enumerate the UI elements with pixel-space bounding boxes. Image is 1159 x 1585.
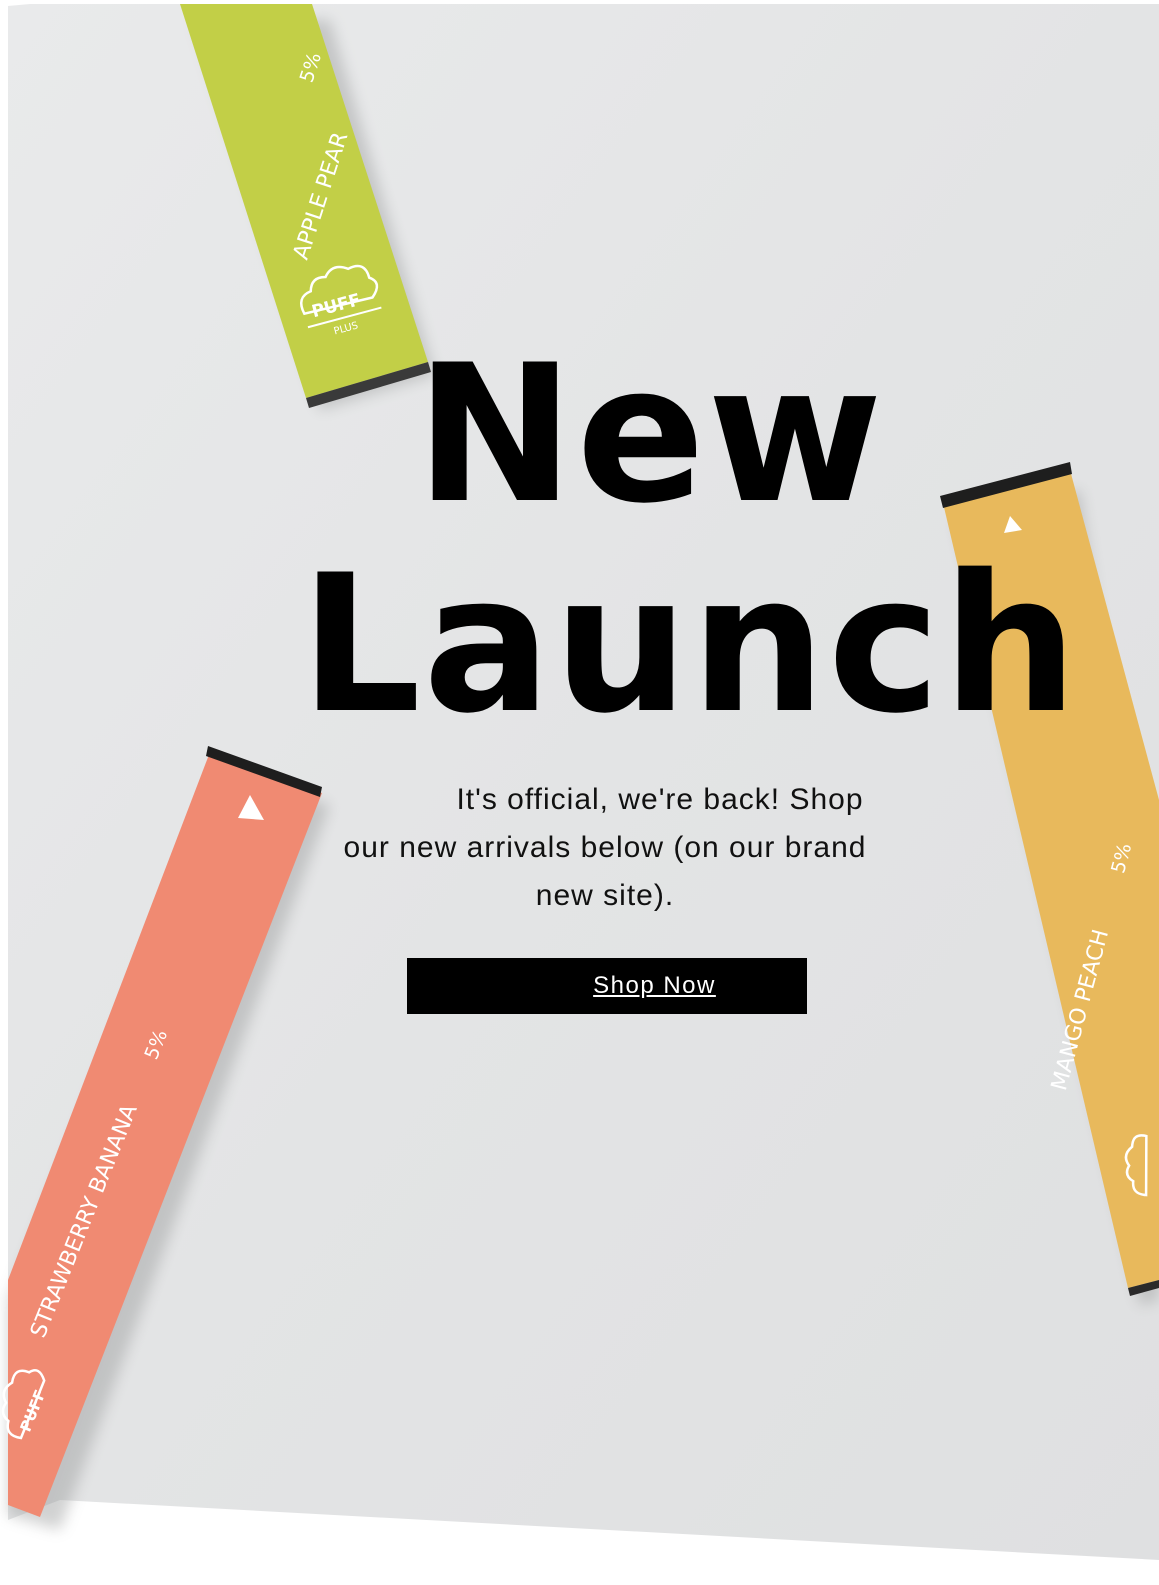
hero-subtext: It's official, we're back! Shop our new … (343, 783, 867, 912)
headline-line-2: Launch (300, 534, 1080, 755)
headline-line-1: New (415, 324, 885, 545)
shop-now-button[interactable]: Shop Now (407, 958, 807, 1014)
hero-headline: New Launch (300, 324, 1080, 755)
hero-banner: APPLE PEAR 5% PUFF PLUS MANGO PEACH 5% S… (0, 0, 1159, 1585)
